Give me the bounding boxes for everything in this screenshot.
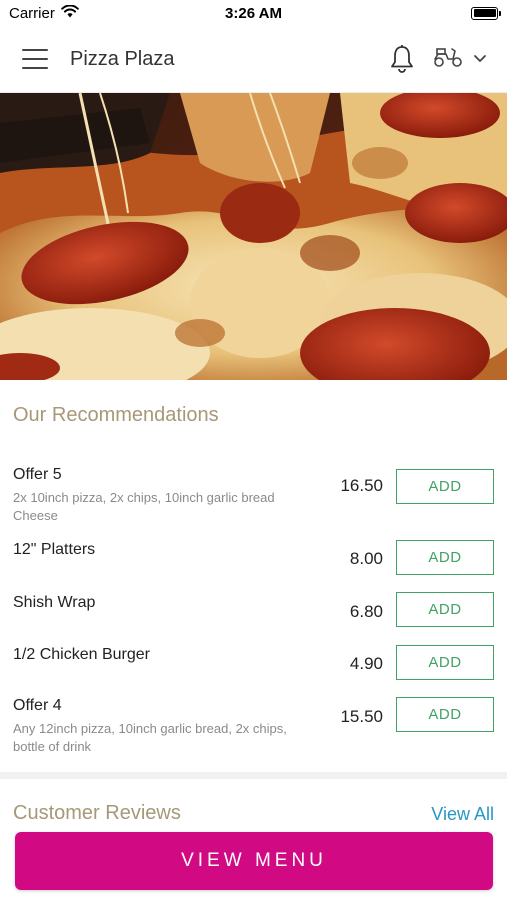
add-button[interactable]: ADD xyxy=(396,469,494,504)
status-left: Carrier xyxy=(9,4,79,22)
item-price: 4.90 xyxy=(349,654,383,673)
nav-header: Pizza Plaza xyxy=(0,26,507,93)
battery-icon xyxy=(471,6,501,20)
scooter-icon xyxy=(433,46,463,73)
carrier-label: Carrier xyxy=(9,4,55,22)
add-button[interactable]: ADD xyxy=(396,592,494,627)
delivery-mode-selector[interactable] xyxy=(433,46,487,73)
item-price: 16.50 xyxy=(340,476,383,495)
item-name: Shish Wrap xyxy=(13,594,96,611)
item-price: 15.50 xyxy=(340,707,383,726)
chevron-down-icon xyxy=(473,50,487,68)
item-name: 1/2 Chicken Burger xyxy=(13,646,150,663)
item-description: Any 12inch pizza, 10inch garlic bread, 2… xyxy=(13,721,287,754)
notification-bell-icon[interactable] xyxy=(389,44,415,74)
item-name: Offer 5 xyxy=(13,466,62,483)
add-button[interactable]: ADD xyxy=(396,540,494,575)
view-all-link[interactable]: View All xyxy=(431,804,494,825)
reviews-title: Customer Reviews xyxy=(13,802,181,824)
item-price: 6.80 xyxy=(349,602,383,621)
item-name: 12" Platters xyxy=(13,541,96,558)
item-description: 2x 10inch pizza, 2x chips, 10inch garlic… xyxy=(13,490,275,523)
add-button[interactable]: ADD xyxy=(396,645,494,680)
add-button[interactable]: ADD xyxy=(396,697,494,732)
header-actions xyxy=(389,44,487,74)
app-screen: Carrier 3:26 AM Pizza Plaza Our Recommen… xyxy=(0,0,507,900)
hamburger-menu-icon[interactable] xyxy=(22,49,48,69)
view-menu-button[interactable]: VIEW MENU xyxy=(15,832,493,890)
item-name: Offer 4 xyxy=(13,697,62,714)
hero-pizza-image xyxy=(0,93,507,380)
item-price: 8.00 xyxy=(349,549,383,568)
status-bar: Carrier 3:26 AM xyxy=(0,0,507,26)
section-divider xyxy=(0,772,507,779)
page-title: Pizza Plaza xyxy=(70,47,175,70)
wifi-icon xyxy=(61,4,79,22)
recommendations-title: Our Recommendations xyxy=(13,404,219,426)
